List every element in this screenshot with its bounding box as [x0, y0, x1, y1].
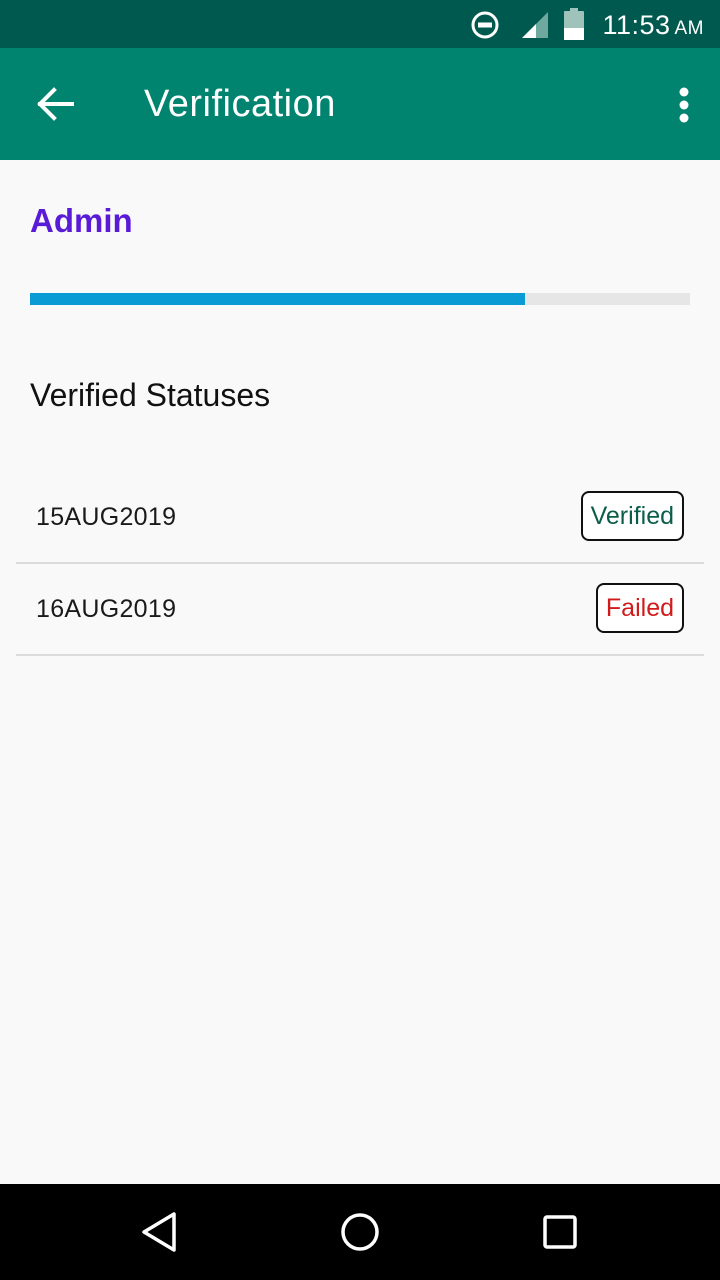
- page-title: Verification: [144, 83, 336, 125]
- do-not-disturb-icon: [470, 10, 500, 45]
- progress-fill: [30, 293, 525, 305]
- signal-icon: [518, 10, 550, 45]
- nav-recents-icon: [536, 1215, 584, 1260]
- more-vert-icon: [652, 87, 700, 136]
- status-date: 15AUG2019: [36, 503, 177, 531]
- status-badge: Failed: [595, 583, 684, 633]
- status-date: 16AUG2019: [36, 595, 177, 623]
- user-name: Admin: [30, 202, 133, 239]
- arrow-back-icon: [24, 87, 88, 140]
- ampm-text: AM: [674, 18, 704, 39]
- status-time: 11:53 AM: [602, 9, 704, 45]
- section-title: Verified Statuses: [30, 377, 271, 413]
- overflow-menu-button[interactable]: [652, 76, 700, 132]
- nav-back-icon: [136, 1212, 184, 1260]
- status-list: 15AUG2019 Verified 16AUG2019 Failed: [16, 472, 704, 656]
- status-bar: 11:53 AM: [0, 0, 720, 48]
- nav-home-button[interactable]: [336, 1208, 384, 1256]
- battery-icon: [563, 8, 585, 45]
- back-button[interactable]: [24, 72, 88, 136]
- nav-back-button[interactable]: [136, 1208, 184, 1256]
- navigation-bar: [0, 1184, 720, 1280]
- list-item[interactable]: 15AUG2019 Verified: [16, 472, 704, 564]
- verification-progress-bar: [30, 293, 690, 305]
- nav-home-icon: [336, 1213, 384, 1260]
- app-bar: Verification: [0, 48, 720, 160]
- clock-text: 11:53: [602, 10, 671, 40]
- status-badge: Verified: [580, 491, 684, 541]
- list-item[interactable]: 16AUG2019 Failed: [16, 564, 704, 656]
- nav-recents-button[interactable]: [536, 1208, 584, 1256]
